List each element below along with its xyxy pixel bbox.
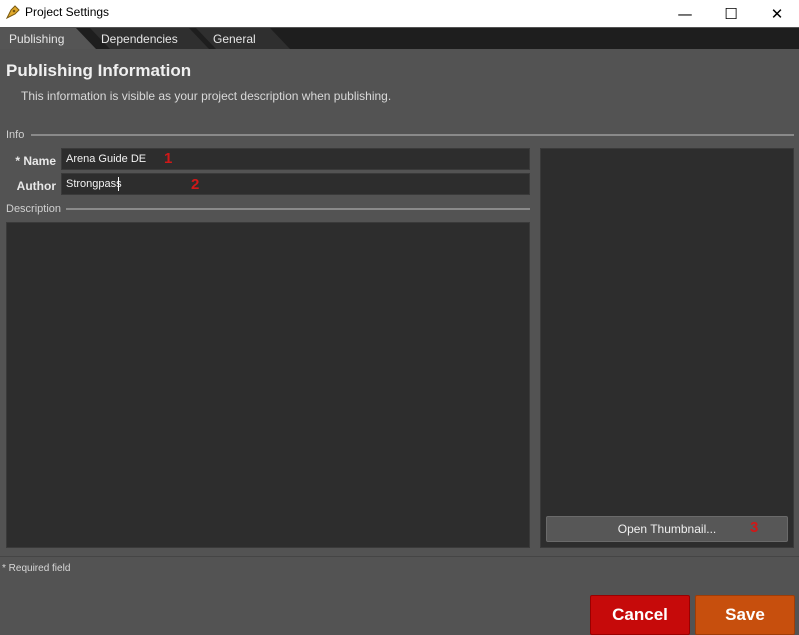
- info-divider: [31, 134, 794, 136]
- minimize-button[interactable]: —: [662, 0, 708, 27]
- page-subtitle: This information is visible as your proj…: [21, 89, 392, 103]
- save-button[interactable]: Save: [695, 595, 795, 635]
- pen-nib-icon: [5, 4, 21, 20]
- marker-2: 2: [191, 176, 200, 193]
- marker-1: 1: [164, 150, 173, 167]
- cancel-button[interactable]: Cancel: [590, 595, 690, 635]
- name-value: Arena Guide DE: [66, 153, 147, 165]
- title-bar: Project Settings — ☐ ✕: [0, 0, 799, 27]
- description-divider: [66, 208, 530, 210]
- author-input[interactable]: Strongpass: [61, 173, 530, 195]
- description-textarea[interactable]: [6, 222, 530, 548]
- name-label: * Name: [15, 154, 56, 168]
- close-button[interactable]: ✕: [754, 0, 799, 27]
- required-field-note: * Required field: [2, 563, 71, 574]
- window-title: Project Settings: [25, 5, 110, 19]
- tab-general[interactable]: General: [213, 28, 256, 49]
- maximize-button[interactable]: ☐: [708, 0, 754, 27]
- author-label: Author: [16, 179, 56, 193]
- footer-divider: [0, 556, 799, 557]
- thumbnail-preview: [540, 148, 794, 548]
- tab-dependencies[interactable]: Dependencies: [101, 28, 178, 49]
- author-value: Strongpass: [66, 178, 122, 190]
- info-section-label: Info: [6, 129, 25, 141]
- name-input[interactable]: Arena Guide DE: [61, 148, 530, 170]
- page-title: Publishing Information: [6, 61, 192, 80]
- description-label: Description: [6, 203, 62, 215]
- text-cursor: [118, 177, 119, 191]
- marker-3: 3: [750, 519, 759, 536]
- tab-bar: Publishing Dependencies General: [0, 28, 799, 49]
- tab-publishing[interactable]: Publishing: [9, 28, 64, 49]
